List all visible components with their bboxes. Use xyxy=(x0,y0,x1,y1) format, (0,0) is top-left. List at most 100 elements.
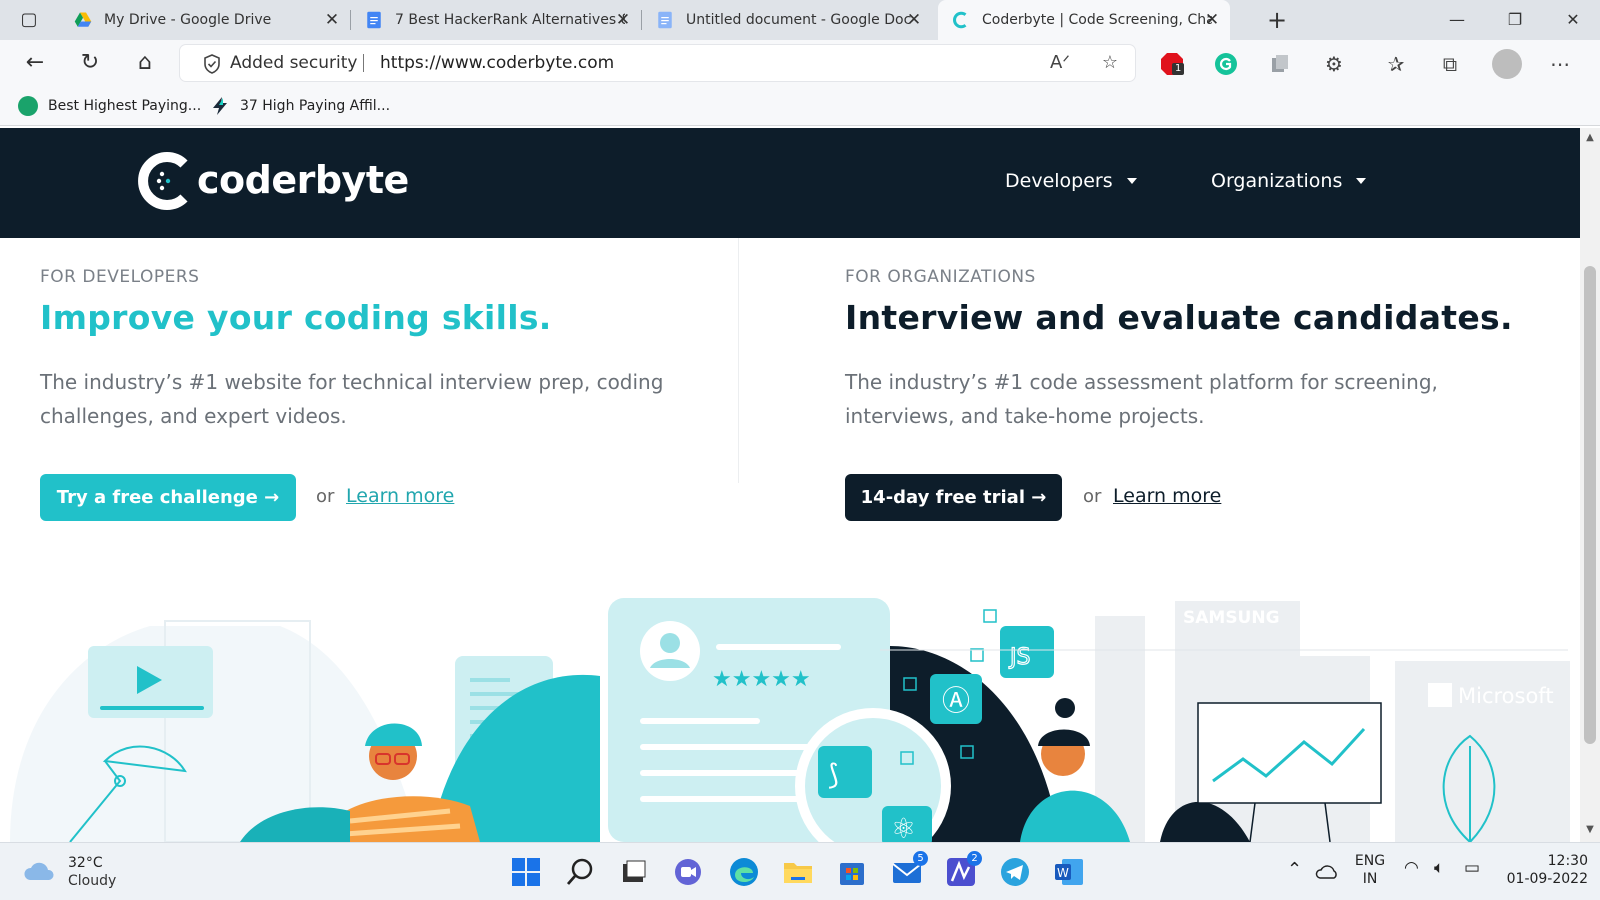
try-free-challenge-button[interactable]: Try a free challenge → xyxy=(40,474,296,521)
battery-icon[interactable]: ▭ xyxy=(1464,858,1480,878)
web-page: coderbyte Developers Organizations FOR D… xyxy=(0,128,1580,842)
cloud-icon xyxy=(24,862,54,880)
windows-taskbar: 32°C Cloudy 5 2 W ⌃ ENG IN ◠ 🔈︎ ▭ 12:30 … xyxy=(0,842,1600,900)
more-menu-icon[interactable]: ⋯ xyxy=(1548,52,1572,76)
avatar-head xyxy=(660,633,680,653)
chat-icon[interactable] xyxy=(671,855,705,889)
lightning-icon xyxy=(213,97,227,115)
tab-coderbyte[interactable]: Coderbyte | Code Screening, Cha ✕ xyxy=(938,0,1230,40)
bookmark-item[interactable]: 37 High Paying Affil... xyxy=(210,94,390,118)
bookmark-item[interactable]: Best Highest Paying... xyxy=(18,94,201,118)
google-docs-icon xyxy=(658,11,672,29)
tab-untitled-document[interactable]: Untitled document - Google Doc ✕ xyxy=(642,0,932,40)
close-window-icon[interactable]: ✕ xyxy=(1556,6,1590,34)
close-tab-icon[interactable]: ✕ xyxy=(613,10,633,30)
grammarly-icon[interactable] xyxy=(1214,52,1238,76)
new-tab-icon[interactable]: + xyxy=(1260,6,1294,34)
show-hidden-icons-icon[interactable]: ⌃ xyxy=(1287,859,1302,880)
collections-icon[interactable]: ⧉ xyxy=(1438,52,1462,76)
extension-icon[interactable] xyxy=(1268,52,1292,76)
tab-title: Coderbyte | Code Screening, Cha xyxy=(982,12,1212,28)
microsoft-logo-icon xyxy=(1428,683,1452,707)
close-tab-icon[interactable]: ✕ xyxy=(322,10,342,30)
profile-avatar[interactable] xyxy=(1492,49,1522,79)
scroll-up-arrow-icon[interactable]: ▲ xyxy=(1584,132,1596,143)
logo-text[interactable]: coderbyte xyxy=(197,158,409,202)
close-tab-icon[interactable]: ✕ xyxy=(904,10,924,30)
video-progress xyxy=(100,706,204,710)
address-bar[interactable]: Added security https://www.coderbyte.com… xyxy=(180,45,1135,81)
security-label: Added security xyxy=(230,53,358,73)
wifi-icon[interactable]: ◠ xyxy=(1404,858,1419,878)
language-code: ENG xyxy=(1354,853,1386,869)
page-scrollbar[interactable]: ▲ ▼ xyxy=(1580,128,1600,842)
weather-temperature: 32°C xyxy=(68,855,103,871)
nav-organizations-label: Organizations xyxy=(1211,170,1343,192)
back-icon[interactable]: ← xyxy=(20,48,50,78)
clock-time: 12:30 xyxy=(1547,853,1588,869)
restore-icon[interactable]: ❐ xyxy=(1498,6,1532,34)
organizations-description: The industry’s #1 code assessment platfo… xyxy=(845,370,1438,428)
weather-widget[interactable]: 32°C Cloudy xyxy=(22,855,116,889)
mail-icon[interactable]: 5 xyxy=(890,851,928,889)
google-docs-icon xyxy=(367,11,381,29)
developers-eyebrow: FOR DEVELOPERS xyxy=(40,267,200,287)
tab-actions-icon[interactable]: ▢ xyxy=(14,5,44,35)
shield-icon xyxy=(204,54,220,74)
add-favorite-icon[interactable]: ☆ xyxy=(1098,51,1122,75)
developers-learn-more-link[interactable]: Learn more xyxy=(346,485,454,507)
favorites-icon[interactable]: ✰ xyxy=(1384,52,1408,76)
js-badge-label: JS xyxy=(1008,645,1030,670)
react-icon: ⚛ xyxy=(891,812,916,842)
caret-down-icon xyxy=(1356,178,1367,184)
developers-headline: Improve your coding skills. xyxy=(40,298,552,337)
app-icon[interactable]: 2 xyxy=(944,851,982,889)
adblock-extension-icon[interactable]: 1 xyxy=(1160,52,1184,76)
onedrive-cloud-icon[interactable] xyxy=(1315,863,1339,881)
nav-organizations[interactable]: Organizations xyxy=(1211,170,1367,192)
free-trial-button[interactable]: 14-day free trial → xyxy=(845,474,1062,521)
read-aloud-icon[interactable]: Aᐟ xyxy=(1048,51,1072,75)
refresh-icon[interactable]: ↻ xyxy=(75,48,105,78)
bookmarks-bar: Best Highest Paying... 37 High Paying Af… xyxy=(0,86,1600,126)
bookmark-label: Best Highest Paying... xyxy=(48,98,202,114)
microsoft-store-icon[interactable] xyxy=(835,855,869,889)
file-explorer-icon[interactable] xyxy=(781,855,815,889)
svg-text:W: W xyxy=(1057,866,1069,880)
extensions-puzzle-icon[interactable]: ⚙ xyxy=(1322,52,1346,76)
minimize-icon[interactable]: — xyxy=(1440,6,1474,34)
developers-description: The industry’s #1 website for technical … xyxy=(40,370,664,428)
nav-developers[interactable]: Developers xyxy=(1005,170,1137,192)
python-icon: ⟆ xyxy=(828,758,839,791)
language-indicator[interactable]: ENG IN xyxy=(1352,853,1388,887)
divider xyxy=(363,54,364,72)
url-text[interactable]: https://www.coderbyte.com xyxy=(380,53,614,73)
scrollbar-thumb[interactable] xyxy=(1584,266,1596,744)
tab-title: 7 Best HackerRank Alternatives & xyxy=(395,12,625,28)
tab-hackerrank-alternatives[interactable]: 7 Best HackerRank Alternatives & ✕ xyxy=(351,0,641,40)
home-icon[interactable]: ⌂ xyxy=(130,48,160,78)
organizations-headline: Interview and evaluate candidates. xyxy=(845,298,1513,337)
weather-description: Cloudy xyxy=(68,873,117,889)
scroll-down-arrow-icon[interactable]: ▼ xyxy=(1584,824,1596,835)
telegram-icon[interactable] xyxy=(998,855,1032,889)
column-divider xyxy=(738,238,739,483)
or-text: or xyxy=(316,486,335,507)
tab-strip: ▢ My Drive - Google Drive ✕ 7 Best Hacke… xyxy=(0,0,1600,40)
tab-google-drive[interactable]: My Drive - Google Drive ✕ xyxy=(60,0,350,40)
clock-date: 01-09-2022 xyxy=(1506,871,1588,887)
windows-start-icon[interactable] xyxy=(509,855,543,889)
rating-stars: ★★★★★ xyxy=(712,667,811,692)
clock[interactable]: 12:30 01-09-2022 xyxy=(1502,853,1588,887)
region-code: IN xyxy=(1362,871,1378,887)
task-view-icon[interactable] xyxy=(617,855,651,889)
word-icon[interactable]: W xyxy=(1052,855,1086,889)
angular-icon: Ⓐ xyxy=(942,684,970,717)
edge-browser-icon[interactable] xyxy=(727,855,761,889)
close-tab-icon[interactable]: ✕ xyxy=(1202,10,1222,30)
volume-icon[interactable]: 🔈︎ xyxy=(1434,858,1444,878)
coderbyte-logo-icon[interactable] xyxy=(136,150,198,212)
caret-down-icon xyxy=(1126,178,1137,184)
search-icon[interactable] xyxy=(563,855,597,889)
organizations-learn-more-link[interactable]: Learn more xyxy=(1113,485,1221,507)
